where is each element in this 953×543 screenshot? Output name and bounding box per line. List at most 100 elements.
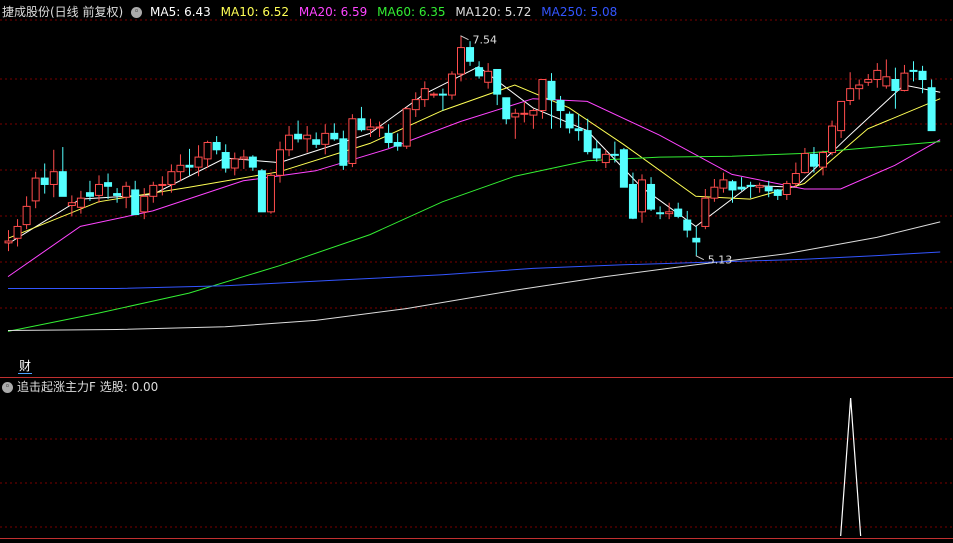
candle	[58, 147, 67, 197]
candle-body	[728, 181, 737, 191]
candle	[312, 132, 321, 148]
candle	[656, 206, 665, 220]
candle-body	[348, 118, 357, 164]
finance-badge[interactable]: 财	[18, 359, 33, 374]
candle	[791, 162, 800, 188]
candle	[773, 189, 782, 200]
candle	[230, 152, 239, 176]
candle-body	[131, 189, 140, 216]
candle-body	[76, 197, 85, 208]
legend-ma250: MA250: 5.08	[541, 5, 618, 19]
candle	[303, 126, 312, 153]
candle	[22, 196, 31, 230]
candle-body	[873, 69, 882, 81]
candle	[167, 164, 176, 193]
candle	[239, 149, 248, 169]
candle-body	[321, 132, 330, 145]
candle-body	[764, 186, 773, 192]
candle-body	[420, 88, 429, 101]
stock-title[interactable]: 捷成股份(日线 前复权)	[2, 5, 123, 19]
candle	[565, 111, 574, 134]
indicator-label[interactable]: 追击起涨主力F 选股: 0.00	[17, 380, 158, 394]
candle-body	[312, 139, 321, 145]
candle-body	[574, 128, 583, 132]
candle	[158, 176, 167, 196]
candle	[628, 172, 637, 220]
settings-icon[interactable]: ◦	[2, 382, 13, 393]
candle	[420, 81, 429, 107]
candle-body	[266, 174, 275, 213]
candle	[131, 180, 140, 216]
candle-body	[809, 153, 818, 167]
candle	[122, 181, 131, 209]
candle-body	[22, 205, 31, 226]
candle-body	[665, 211, 674, 215]
candle-body	[411, 99, 420, 111]
candle-body	[457, 47, 465, 75]
candle-body	[782, 183, 791, 196]
candle	[737, 177, 746, 191]
candle-body	[647, 183, 656, 210]
candle-body	[429, 93, 438, 96]
candle	[104, 173, 113, 200]
candle	[755, 182, 764, 193]
candle	[900, 64, 909, 92]
candle-body	[846, 88, 855, 102]
candle	[375, 121, 384, 138]
candle-body	[194, 156, 203, 168]
candle	[113, 188, 122, 203]
candle-body	[239, 156, 248, 160]
ma-line-ma20	[7, 98, 941, 278]
candle-body	[918, 70, 927, 81]
candle-body	[158, 183, 167, 186]
low-pointer	[695, 255, 705, 261]
candle-body	[800, 152, 809, 174]
candle-body	[900, 72, 909, 91]
candle-body	[683, 219, 692, 231]
candle-body	[538, 79, 547, 112]
stock-chart: 7.54 5.13	[0, 19, 953, 539]
signal-indicator	[840, 397, 862, 537]
candle-body	[638, 179, 646, 213]
candle-body	[67, 202, 76, 206]
candle	[13, 219, 22, 247]
candle-body	[375, 126, 384, 129]
candle-body	[493, 68, 502, 95]
candle	[185, 148, 194, 176]
candlestick-series	[4, 35, 936, 256]
candle-body	[402, 108, 411, 147]
candle-body	[104, 182, 113, 187]
candle	[447, 71, 456, 100]
candle	[285, 126, 294, 157]
low-price-label: 5.13	[708, 254, 733, 267]
candle-body	[85, 192, 94, 197]
candle-body	[330, 132, 339, 140]
candle-body	[140, 195, 149, 213]
candle-body	[610, 153, 619, 156]
candle-body	[556, 100, 565, 112]
candle	[927, 79, 936, 132]
candle-body	[674, 208, 683, 217]
settings-icon[interactable]: ◦	[131, 7, 143, 18]
candle	[384, 124, 393, 148]
candle-body	[628, 183, 637, 219]
candle-body	[49, 171, 58, 185]
candle-body	[520, 112, 529, 115]
legend-ma60: MA60: 6.35	[377, 5, 446, 19]
candle	[710, 178, 719, 202]
candle	[692, 226, 701, 256]
candle	[800, 147, 809, 174]
candle-body	[393, 141, 402, 147]
candle	[520, 102, 529, 123]
candle-body	[4, 240, 13, 244]
candle	[438, 88, 447, 111]
candle	[149, 181, 158, 203]
candle	[402, 106, 411, 149]
candle-body	[466, 47, 475, 62]
candle-body	[484, 70, 493, 83]
candle-body	[592, 148, 601, 159]
candle-body	[746, 184, 755, 187]
candle	[330, 123, 339, 141]
candle-body	[909, 69, 918, 72]
candle	[493, 68, 502, 106]
